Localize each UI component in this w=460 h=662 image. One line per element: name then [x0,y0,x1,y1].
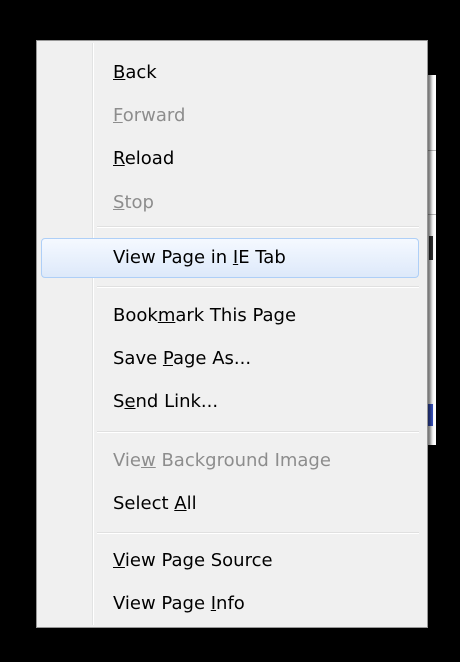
menu-separator [97,226,419,228]
menu-separator [97,431,419,433]
background-page-fragment [429,236,433,260]
menu-item-label: E Tab [238,247,286,268]
access-key-letter: A [174,493,187,514]
menu-item-label: eload [124,148,175,169]
background-page-line [428,150,436,151]
menu-item-back[interactable]: Back [41,53,419,93]
access-key-letter: m [157,305,176,326]
menu-item-save-page-as[interactable]: Save Page As... [41,339,419,379]
menu-item-label: iew Page Source [124,550,273,571]
menu-item-label: View Page in [113,247,233,268]
menu-item-label: top [124,192,154,213]
menu-item-label: ack [125,62,157,83]
access-key-letter: B [113,62,126,83]
menu-item-label: View Page [113,593,211,614]
menu-item-label: ll [186,493,197,514]
menu-item-label: S [113,391,125,412]
access-key-letter: S [113,192,125,213]
context-menu: Back Forward Reload Stop View Page in IE… [36,40,428,628]
background-link-fragment [428,404,433,426]
background-page-edge [428,75,436,445]
menu-item-label: age As... [172,348,252,369]
menu-item-label: nd Link... [135,391,219,412]
menu-item-send-link[interactable]: Send Link... [41,382,419,422]
menu-item-label: ark This Page [175,305,297,326]
menu-item-reload[interactable]: Reload [41,139,419,179]
menu-item-select-all[interactable]: Select All [41,484,419,524]
menu-item-label: Book [113,305,158,326]
menu-item-label: Background Image [155,450,331,471]
access-key-letter: P [162,348,173,369]
menu-item-label: Save [113,348,163,369]
menu-item-label: orward [122,105,186,126]
menu-item-view-background-image[interactable]: View Background Image [41,441,419,481]
background-page-line [428,214,436,215]
menu-item-label: Select [113,493,175,514]
menu-item-label: nfo [216,593,245,614]
access-key-letter: F [113,105,123,126]
menu-item-view-page-in-ie-tab[interactable]: View Page in IE Tab [41,238,419,278]
access-key-letter: V [113,550,125,571]
menu-item-label: Vie [113,450,141,471]
menu-item-view-page-source[interactable]: View Page Source [41,541,419,581]
menu-item-bookmark-this-page[interactable]: Bookmark This Page [41,296,419,336]
menu-item-stop[interactable]: Stop [41,183,419,223]
menu-separator [97,532,419,534]
access-key-letter: w [141,450,156,471]
menu-item-view-page-info[interactable]: View Page Info [41,584,419,624]
menu-item-forward[interactable]: Forward [41,96,419,136]
access-key-letter: e [124,391,136,412]
access-key-letter: R [113,148,125,169]
menu-separator [97,286,419,288]
